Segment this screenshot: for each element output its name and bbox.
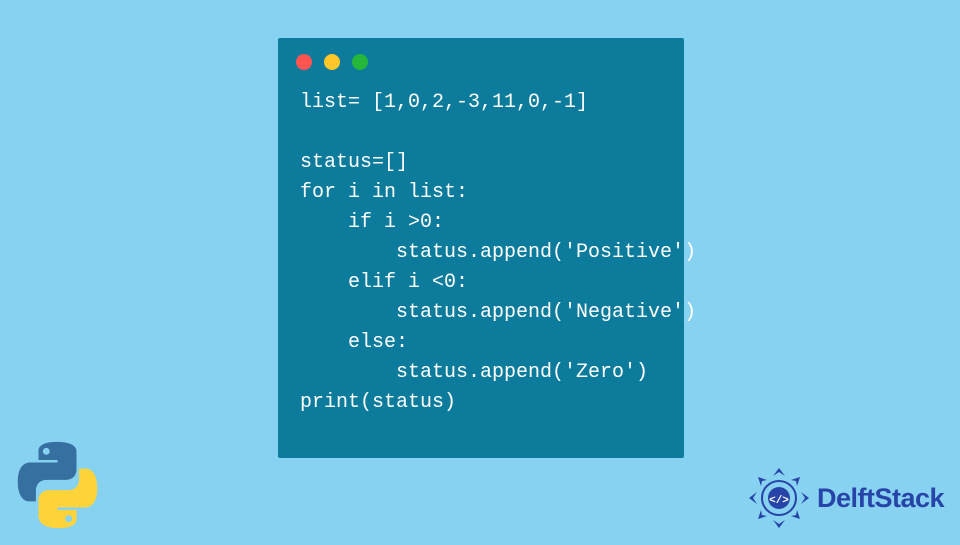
- code-line: status.append('Negative'): [300, 301, 696, 324]
- code-block: list= [1,0,2,-3,11,0,-1] status=[] for i…: [278, 78, 684, 418]
- code-line: else:: [300, 331, 408, 354]
- code-line: list= [1,0,2,-3,11,0,-1]: [300, 91, 588, 114]
- code-line: print(status): [300, 391, 456, 414]
- python-logo-icon: [10, 430, 105, 540]
- code-line: status.append('Positive'): [300, 241, 696, 264]
- brand-name: DelftStack: [817, 483, 944, 514]
- code-line: elif i <0:: [300, 271, 468, 294]
- code-line: if i >0:: [300, 211, 444, 234]
- minimize-icon: [324, 54, 340, 70]
- svg-text:</>: </>: [769, 495, 789, 507]
- close-icon: [296, 54, 312, 70]
- code-window: list= [1,0,2,-3,11,0,-1] status=[] for i…: [278, 38, 684, 458]
- maximize-icon: [352, 54, 368, 70]
- delftstack-brand: </> DelftStack: [747, 466, 944, 530]
- code-line: status.append('Zero'): [300, 361, 648, 384]
- code-line: for i in list:: [300, 181, 468, 204]
- delftstack-logo-icon: </>: [747, 466, 811, 530]
- code-line: status=[]: [300, 151, 408, 174]
- window-titlebar: [278, 38, 684, 78]
